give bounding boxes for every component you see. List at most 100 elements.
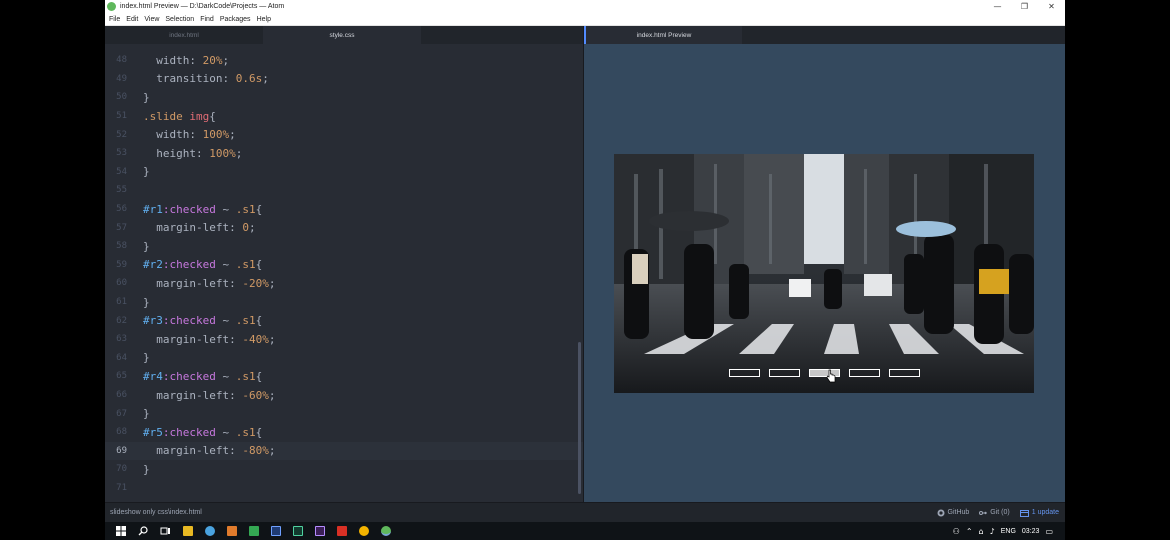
code-line[interactable]: 49 transition: 0.6s; [105, 70, 583, 89]
code-token: 0 [242, 221, 249, 235]
line-number: 59 [116, 259, 127, 270]
code-line[interactable]: 71 [105, 479, 583, 498]
menu-view[interactable]: View [144, 16, 159, 23]
slide-nav-button-2[interactable] [769, 369, 800, 377]
code-text: margin-left: -20%; [143, 277, 275, 290]
app-icon-green[interactable] [249, 526, 259, 536]
network-icon[interactable]: ⌂ [979, 527, 984, 536]
code-token: { [209, 109, 216, 123]
github-status[interactable]: GitHub [937, 509, 969, 517]
atom-app-icon [107, 2, 116, 11]
menu-packages[interactable]: Packages [220, 16, 251, 23]
code-line[interactable]: 57 margin-left: 0; [105, 218, 583, 237]
code-text: width: 100%; [143, 128, 236, 141]
line-number: 63 [116, 334, 127, 345]
line-number: 71 [116, 483, 127, 494]
code-editor[interactable]: 48 width: 20%; 49 transition: 0.6s; 50} 51.… [105, 44, 583, 502]
code-line[interactable]: 65 #r4:checked ~ .s1{ [105, 367, 583, 386]
code-token: #r3 [143, 314, 163, 328]
git-status[interactable]: Git (0) [979, 509, 1010, 517]
slideshow [614, 154, 1034, 393]
volume-icon[interactable]: ♪ [990, 527, 995, 536]
windows-start-icon[interactable] [115, 525, 127, 537]
line-number: 49 [116, 73, 127, 84]
code-token: ; [262, 72, 269, 86]
code-line[interactable]: 54} [105, 163, 583, 182]
code-token: ; [268, 276, 276, 290]
code-line[interactable]: 63 margin-left: -40%; [105, 330, 583, 349]
code-token: width: [143, 53, 203, 67]
clock[interactable]: 03:23 [1022, 528, 1040, 535]
app-icon-red[interactable] [337, 526, 347, 536]
code-line[interactable]: 53 height: 100%; [105, 144, 583, 163]
app-icon-teal[interactable] [293, 526, 303, 536]
status-right: GitHub Git (0) 1 update [937, 503, 1059, 522]
code-line[interactable]: 58} [105, 237, 583, 256]
line-number: 66 [116, 390, 127, 401]
app-icon-purple[interactable] [315, 526, 325, 536]
code-token: } [143, 239, 150, 253]
code-token: #r1 [143, 202, 163, 216]
slide-nav-button-1[interactable] [729, 369, 760, 377]
code-line[interactable]: 55 [105, 181, 583, 200]
code-line[interactable]: 66 margin-left: -60%; [105, 386, 583, 405]
code-token: margin-left: [143, 332, 243, 346]
line-number: 57 [116, 222, 127, 233]
menu-help[interactable]: Help [257, 16, 271, 23]
code-line[interactable]: 60 margin-left: -20%; [105, 274, 583, 293]
code-line[interactable]: 67} [105, 404, 583, 423]
chevron-up-icon[interactable]: ⌃ [966, 527, 973, 536]
line-number: 67 [116, 408, 127, 419]
menu-find[interactable]: Find [200, 16, 214, 23]
code-line[interactable]: 48 width: 20%; [105, 51, 583, 70]
menu-edit[interactable]: Edit [126, 16, 138, 23]
code-text: } [143, 165, 150, 178]
close-button[interactable]: ✕ [1038, 0, 1065, 13]
notification-icon[interactable]: ▭ [1045, 527, 1053, 536]
code-line[interactable]: 68 #r5:checked ~ .s1{ [105, 423, 583, 442]
menu-file[interactable]: File [109, 16, 120, 23]
code-line[interactable]: 61} [105, 293, 583, 312]
code-line[interactable]: 50} [105, 88, 583, 107]
atom-taskbar-icon[interactable] [381, 526, 391, 536]
search-icon[interactable] [137, 525, 149, 537]
code-token: } [143, 295, 150, 309]
update-status[interactable]: 1 update [1019, 509, 1059, 517]
code-token: ~ [215, 258, 236, 272]
tab-style-css[interactable]: style.css [263, 26, 421, 44]
update-label: 1 update [1031, 509, 1059, 516]
slide-nav-button-4[interactable] [849, 369, 880, 377]
code-line[interactable]: 69 margin-left: -80%; [105, 441, 583, 461]
language-indicator[interactable]: ENG [1001, 528, 1016, 535]
code-text: margin-left: -40%; [143, 333, 275, 346]
code-token: :checked [162, 202, 216, 216]
slide-nav-button-5[interactable] [889, 369, 920, 377]
browser-icon[interactable] [205, 526, 215, 536]
tab-index-html[interactable]: index.html [105, 26, 263, 44]
code-text: } [143, 240, 150, 253]
app-icon-orange[interactable] [227, 526, 237, 536]
code-line[interactable]: 64} [105, 349, 583, 368]
task-view-icon[interactable] [159, 525, 171, 537]
chrome-icon[interactable] [359, 526, 369, 536]
code-line[interactable]: 52 width: 100%; [105, 125, 583, 144]
code-text: margin-left: 0; [143, 221, 255, 235]
people-icon[interactable]: ⚇ [953, 527, 960, 536]
title-bar: index.html Preview — D:\DarkCode\Project… [105, 0, 1065, 13]
app-icon-blue[interactable] [271, 526, 281, 536]
minimize-button[interactable]: — [984, 0, 1011, 13]
file-explorer-icon[interactable] [183, 526, 193, 536]
code-line[interactable]: 59 #r2:checked ~ .s1{ [105, 256, 583, 275]
menu-selection[interactable]: Selection [165, 16, 194, 23]
code-line[interactable]: 62 #r3:checked ~ .s1{ [105, 311, 583, 330]
code-line[interactable]: 56 #r1:checked ~ .s1{ [105, 200, 583, 219]
line-number: 61 [116, 297, 127, 308]
code-token: { [255, 258, 263, 272]
file-path[interactable]: slideshow only css\index.html [110, 509, 202, 516]
editor-scrollbar-thumb[interactable] [578, 342, 581, 494]
restore-button[interactable]: ❐ [1011, 0, 1038, 13]
code-line[interactable]: 70} [105, 460, 583, 479]
code-line[interactable]: 51 .slide img{ [105, 107, 583, 126]
code-token: :checked [162, 369, 216, 383]
tab-preview[interactable]: index.html Preview [584, 26, 742, 44]
